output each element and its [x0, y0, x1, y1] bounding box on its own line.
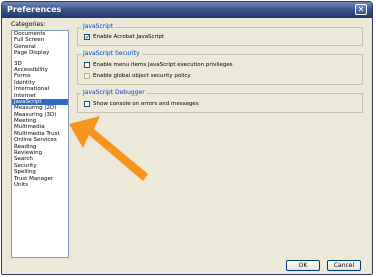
pointer-arrow-icon [69, 116, 148, 181]
